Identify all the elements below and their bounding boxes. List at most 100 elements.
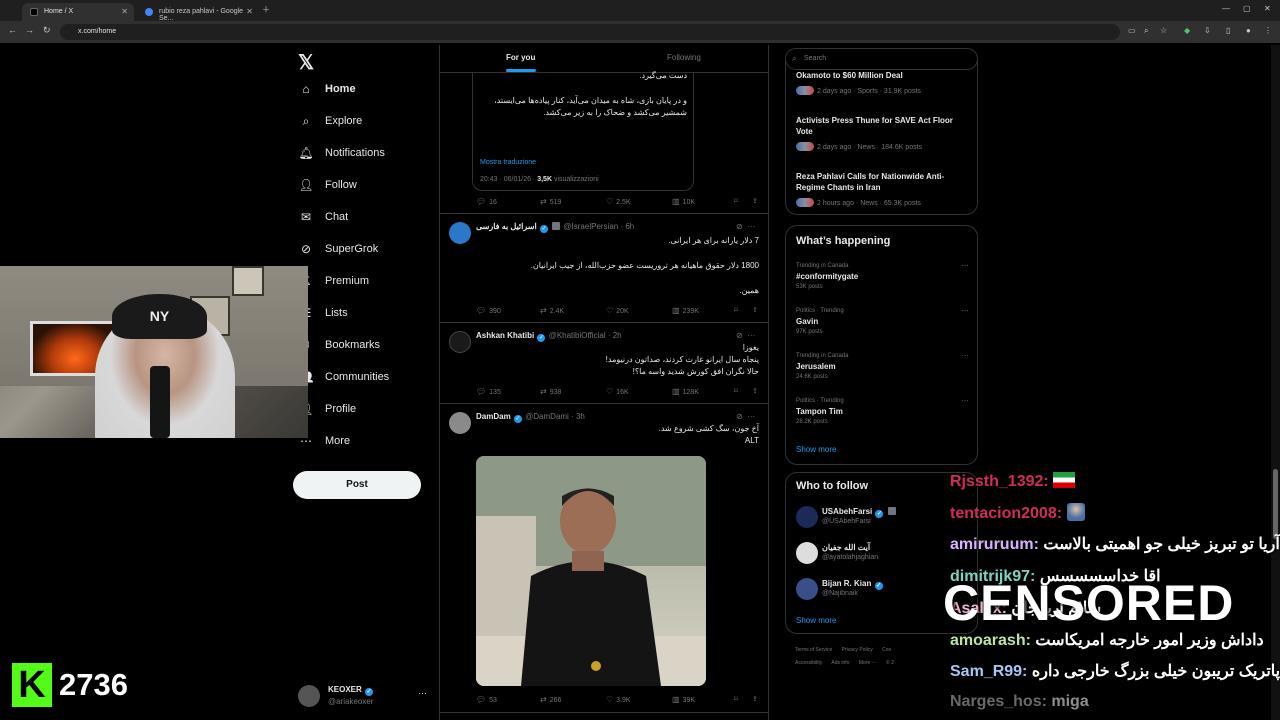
x-logo-icon[interactable]: 𝕏 (298, 50, 314, 75)
card-title: Who to follow (796, 480, 869, 492)
viewer-count: 2736 (59, 667, 128, 702)
verified-icon: ✓ (365, 688, 374, 696)
reply-button[interactable]: 💬︎ 135 (476, 387, 501, 396)
like-button[interactable]: ♡ 2.5K (606, 197, 631, 206)
share-icon[interactable]: ⇪ (752, 306, 758, 314)
user-name[interactable]: USAbehFarsi ✓ (822, 507, 897, 518)
bookmark-icon[interactable]: ⌑ (734, 306, 738, 314)
more-dots-icon[interactable]: ··· (961, 261, 969, 270)
tweet-image[interactable] (476, 456, 706, 686)
show-more-link[interactable]: Show more (796, 445, 836, 454)
news-headline[interactable]: Reza Pahlavi Calls for Nationwide Anti-R… (796, 171, 968, 193)
close-tab-icon[interactable]: ✕ (246, 7, 253, 16)
tweet-menu[interactable]: ⊘ ··· (736, 331, 755, 340)
quoted-tweet[interactable]: دست می‌گیرد. و در پایان بازی، شاه به مید… (472, 71, 694, 191)
cast-icon[interactable]: ▭ (1128, 26, 1136, 35)
scroll-thumb[interactable] (1273, 469, 1278, 539)
sidebar-item-label: Follow (325, 179, 357, 191)
timeline-header: For you Following (440, 45, 768, 73)
avatar[interactable] (796, 542, 818, 564)
avatar[interactable] (449, 412, 471, 434)
footer-link[interactable]: Ads info (831, 660, 849, 666)
show-translation-link[interactable]: Mostra traduzione (480, 159, 536, 166)
views-button[interactable]: ▥ 128K (672, 387, 699, 396)
trend-name[interactable]: Tampon Tim (796, 407, 843, 416)
avatar-stack (796, 142, 814, 151)
search-input[interactable]: ⌕ Search (785, 48, 978, 70)
tweet-handle: @KhatibiOfficial · 2h (548, 331, 622, 340)
close-tab-icon[interactable]: ✕ (121, 7, 128, 16)
views-button[interactable]: ▥ 239K (672, 306, 699, 315)
reply-button[interactable]: 💬︎ 390 (476, 306, 501, 315)
sidebar-item-label: SuperGrok (325, 243, 379, 255)
more-dots-icon[interactable]: ··· (961, 351, 969, 360)
avatar[interactable] (796, 578, 818, 600)
tweet-author[interactable]: DamDam (476, 412, 511, 421)
repost-button[interactable]: ⇄ 938 (540, 387, 561, 396)
more-dots-icon[interactable]: ··· (961, 306, 969, 315)
like-button[interactable]: ♡ 3.9K (606, 695, 631, 704)
show-more-link[interactable]: Show more (796, 616, 836, 625)
repost-button[interactable]: ⇄ 266 (540, 695, 561, 704)
tweet-author[interactable]: اسرائیل به فارسی (476, 222, 537, 231)
user-name[interactable]: آیت الله جفیان (822, 543, 870, 552)
tweet-menu[interactable]: ⊘ ··· (736, 222, 755, 231)
news-headline[interactable]: Activists Press Thune for SAVE Act Floor… (796, 115, 968, 137)
maximize-icon[interactable]: ▢ (1243, 4, 1251, 13)
account-switcher[interactable]: KEOXER ✓ @ariakeoxer ··· (298, 682, 433, 710)
tab-for-you[interactable]: For you (506, 53, 535, 62)
bookmark-icon[interactable]: ⌑ (734, 695, 738, 703)
menu-dots-icon[interactable]: ⋮ (1264, 26, 1272, 35)
tweet-menu[interactable]: ⊘ ··· (736, 412, 755, 421)
like-button[interactable]: ♡ 20K (606, 306, 629, 315)
footer-link[interactable]: Coo (882, 647, 891, 653)
tab-following[interactable]: Following (667, 53, 701, 62)
share-icon[interactable]: ⇪ (752, 387, 758, 395)
heart-icon: ♡ (606, 695, 614, 704)
forward-icon[interactable]: → (25, 25, 34, 35)
views-button[interactable]: ▥ 10K (672, 197, 695, 206)
news-headline[interactable]: Okamoto to $60 Million Deal (796, 70, 968, 81)
avatar[interactable] (449, 222, 471, 244)
share-icon[interactable]: ⇪ (752, 695, 758, 703)
footer-link[interactable]: Privacy Policy (842, 647, 873, 653)
bookmark-icon[interactable]: ⌑ (734, 387, 738, 395)
footer-link[interactable]: More ··· (859, 660, 877, 666)
close-window-icon[interactable]: ✕ (1264, 4, 1271, 13)
tweet-author[interactable]: Ashkan Khatibi (476, 331, 534, 340)
back-icon[interactable]: ← (8, 25, 17, 35)
footer-link[interactable]: Terms of Service (795, 647, 832, 653)
share-icon[interactable]: ⇪ (752, 197, 758, 205)
tab-google-search[interactable]: rubio reza pahlavi - Google Se... ✕ (137, 3, 259, 22)
star-icon[interactable]: ☆ (1160, 26, 1167, 35)
reload-icon[interactable]: ↻ (43, 25, 51, 36)
reply-button[interactable]: 💬︎ 53 (476, 695, 497, 704)
like-button[interactable]: ♡ 16K (606, 387, 629, 396)
minimize-icon[interactable]: — (1222, 4, 1230, 13)
tab-home-x[interactable]: Home / X ✕ (22, 3, 134, 21)
more-dots-icon[interactable]: ··· (418, 688, 427, 698)
downloads-icon[interactable]: ⇩ (1204, 26, 1211, 35)
repost-button[interactable]: ⇄ 2.4K (540, 306, 564, 315)
bookmark-icon[interactable]: ⌑ (734, 197, 738, 205)
alt-badge[interactable]: ALT (479, 435, 759, 447)
repost-button[interactable]: ⇄ 519 (540, 197, 561, 206)
sidepanel-icon[interactable]: ▯ (1226, 26, 1230, 35)
reply-button[interactable]: 💬︎ 16 (476, 197, 497, 206)
trend-name[interactable]: Jerusalem (796, 362, 836, 371)
footer-link[interactable]: Accessibility (795, 660, 822, 666)
user-name[interactable]: Bijan R. Kian ✓ (822, 579, 884, 590)
zoom-icon[interactable]: ⌕ (1144, 26, 1148, 36)
page-scrollbar[interactable] (1271, 45, 1280, 720)
trend-name[interactable]: #conformitygate (796, 272, 858, 281)
views-button[interactable]: ▥ 39K (672, 695, 695, 704)
url-input[interactable]: x.com/home (60, 24, 1120, 40)
new-tab-icon[interactable]: ＋ (262, 4, 270, 15)
trend-name[interactable]: Gavin (796, 317, 818, 326)
post-button[interactable]: Post (293, 471, 421, 499)
extension-icon[interactable]: ◆ (1184, 26, 1190, 35)
avatar[interactable] (449, 331, 471, 353)
avatar[interactable] (796, 506, 818, 528)
more-dots-icon[interactable]: ··· (961, 396, 969, 405)
profile-avatar-icon[interactable]: ● (1246, 26, 1251, 35)
